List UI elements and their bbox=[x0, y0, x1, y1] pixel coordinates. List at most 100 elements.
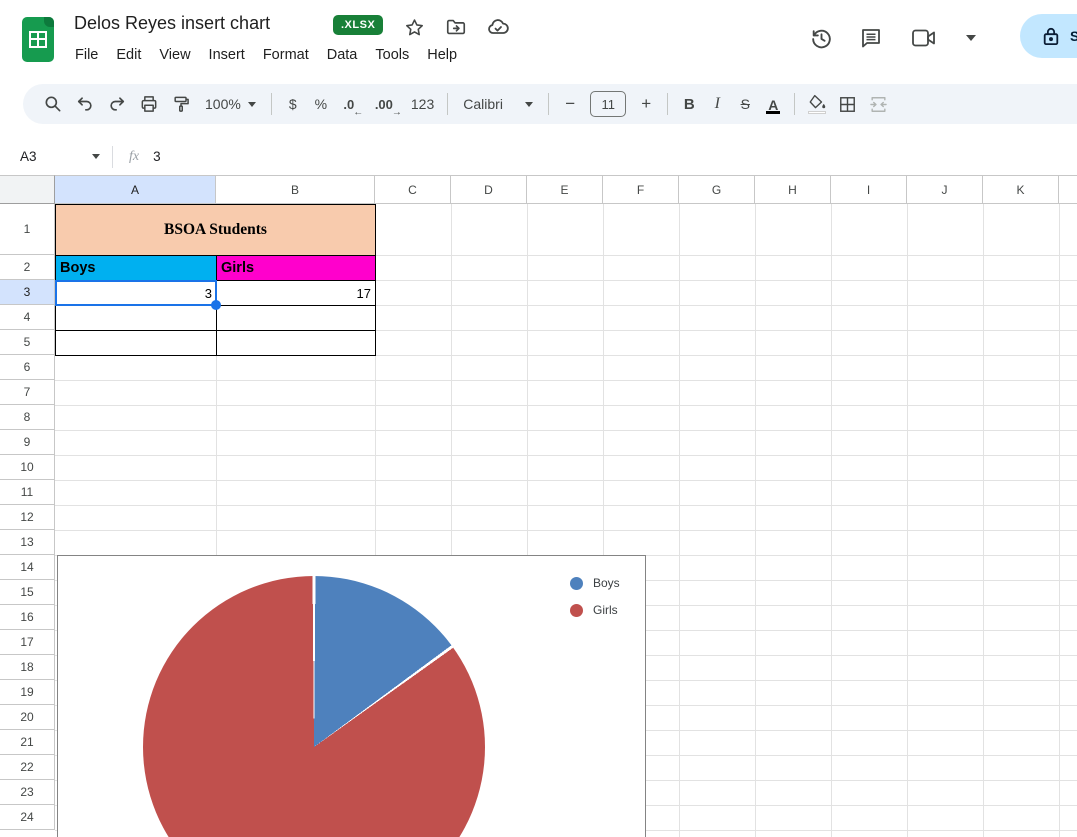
menu-data[interactable]: Data bbox=[318, 44, 367, 66]
cloud-status-icon[interactable] bbox=[486, 15, 510, 39]
version-history-icon[interactable] bbox=[808, 25, 834, 51]
font-caret bbox=[525, 101, 534, 107]
row-header-21[interactable]: 21 bbox=[0, 730, 55, 755]
column-header-H[interactable]: H bbox=[755, 175, 831, 204]
decrease-font-size-button[interactable]: − bbox=[556, 90, 584, 118]
menu-tools[interactable]: Tools bbox=[366, 44, 418, 66]
format-currency-button[interactable]: $ bbox=[279, 90, 307, 118]
row-header-9[interactable]: 9 bbox=[0, 430, 55, 455]
fx-icon: fx bbox=[129, 148, 140, 164]
bold-button[interactable]: B bbox=[675, 90, 703, 118]
name-box[interactable]: A3 bbox=[0, 149, 112, 164]
row-header-2[interactable]: 2 bbox=[0, 255, 55, 280]
more-formats-button[interactable]: 123 bbox=[405, 90, 440, 118]
strikethrough-button[interactable]: S bbox=[731, 90, 759, 118]
legend-dot-girls bbox=[570, 603, 583, 617]
row-header-6[interactable]: 6 bbox=[0, 355, 55, 380]
spreadsheet-grid[interactable]: ABCDEFGHIJK 1 2 3 4 5 6 7 8 9 10 11 12 13 14 15 16 17 18 1… bbox=[0, 175, 1077, 837]
row-header-20[interactable]: 20 bbox=[0, 705, 55, 730]
row-header-18[interactable]: 18 bbox=[0, 655, 55, 680]
legend-item-girls: Girls bbox=[570, 603, 618, 617]
cell-empty[interactable] bbox=[55, 330, 217, 356]
font-family-value: Calibri bbox=[463, 96, 503, 112]
menu-insert[interactable]: Insert bbox=[200, 44, 254, 66]
fill-color-button[interactable] bbox=[802, 90, 832, 118]
menu-help[interactable]: Help bbox=[418, 44, 466, 66]
row-header-17[interactable]: 17 bbox=[0, 630, 55, 655]
text-color-button[interactable]: A bbox=[759, 90, 787, 118]
toolbar: 100% $ % .0 ← .00 → 123 Calibri − 11 + B I… bbox=[23, 84, 1077, 124]
cell-empty[interactable] bbox=[55, 305, 217, 331]
row-header-7[interactable]: 7 bbox=[0, 380, 55, 405]
column-header-clipped[interactable] bbox=[1059, 175, 1077, 204]
cell-value-B3[interactable]: 17 bbox=[216, 280, 376, 306]
star-icon[interactable] bbox=[402, 15, 426, 39]
menu-view[interactable]: View bbox=[150, 44, 199, 66]
column-header-K[interactable]: K bbox=[983, 175, 1059, 204]
share-button[interactable]: Share bbox=[1020, 14, 1077, 58]
row-header-19[interactable]: 19 bbox=[0, 680, 55, 705]
column-header-I[interactable]: I bbox=[831, 175, 907, 204]
row-header-4[interactable]: 4 bbox=[0, 305, 55, 330]
meet-camera-icon[interactable] bbox=[908, 25, 942, 51]
borders-button[interactable] bbox=[832, 90, 863, 118]
row-header-12[interactable]: 12 bbox=[0, 505, 55, 530]
column-header-C[interactable]: C bbox=[375, 175, 451, 204]
italic-button[interactable]: I bbox=[703, 90, 731, 118]
row-header-23[interactable]: 23 bbox=[0, 780, 55, 805]
row-header-1[interactable]: 1 bbox=[0, 204, 55, 255]
menu-file[interactable]: File bbox=[66, 44, 107, 66]
document-title[interactable]: Delos Reyes insert chart bbox=[74, 13, 270, 34]
row-header-15[interactable]: 15 bbox=[0, 580, 55, 605]
row-header-16[interactable]: 16 bbox=[0, 605, 55, 630]
comments-icon[interactable] bbox=[858, 25, 884, 51]
row-header-3[interactable]: 3 bbox=[0, 280, 55, 305]
lock-icon bbox=[1043, 27, 1059, 46]
pie-chart-object[interactable]: Boys Girls bbox=[57, 555, 646, 837]
formula-input[interactable]: 3 bbox=[153, 149, 161, 164]
meet-dropdown-caret[interactable] bbox=[966, 35, 976, 41]
column-header-A[interactable]: A bbox=[55, 175, 216, 204]
cell-empty[interactable] bbox=[216, 305, 376, 331]
column-header-D[interactable]: D bbox=[451, 175, 527, 204]
legend-dot-boys bbox=[570, 576, 583, 590]
row-header-13[interactable]: 13 bbox=[0, 530, 55, 555]
menu-format[interactable]: Format bbox=[254, 44, 318, 66]
increase-decimal-button[interactable]: .00 → bbox=[369, 90, 402, 118]
decrease-decimal-button[interactable]: .0 ← bbox=[335, 90, 363, 118]
row-header-11[interactable]: 11 bbox=[0, 480, 55, 505]
cell-empty[interactable] bbox=[216, 330, 376, 356]
sheets-logo-icon[interactable] bbox=[22, 17, 54, 62]
font-size-input[interactable]: 11 bbox=[590, 91, 627, 117]
font-family-select[interactable]: Calibri bbox=[455, 90, 541, 118]
cell-value-A3[interactable]: 3 bbox=[55, 280, 217, 306]
undo-icon[interactable] bbox=[69, 90, 101, 118]
column-header-E[interactable]: E bbox=[527, 175, 603, 204]
row-header-10[interactable]: 10 bbox=[0, 455, 55, 480]
column-header-J[interactable]: J bbox=[907, 175, 983, 204]
increase-font-size-button[interactable]: + bbox=[632, 90, 660, 118]
fill-handle[interactable] bbox=[211, 300, 221, 310]
column-header-F[interactable]: F bbox=[603, 175, 679, 204]
zoom-control[interactable]: 100% bbox=[197, 90, 264, 118]
row-header-24[interactable]: 24 bbox=[0, 805, 55, 830]
search-icon[interactable] bbox=[37, 90, 69, 118]
paint-format-icon[interactable] bbox=[165, 90, 197, 118]
format-percent-button[interactable]: % bbox=[307, 90, 335, 118]
cell-header-boys[interactable]: Boys bbox=[55, 255, 217, 281]
merge-cells-button[interactable] bbox=[863, 90, 894, 118]
column-header-G[interactable]: G bbox=[679, 175, 755, 204]
cell-header-girls[interactable]: Girls bbox=[216, 255, 376, 281]
row-header-8[interactable]: 8 bbox=[0, 405, 55, 430]
logo-fold bbox=[44, 17, 54, 27]
print-icon[interactable] bbox=[133, 90, 165, 118]
row-header-22[interactable]: 22 bbox=[0, 755, 55, 780]
row-header-5[interactable]: 5 bbox=[0, 330, 55, 355]
redo-icon[interactable] bbox=[101, 90, 133, 118]
menu-edit[interactable]: Edit bbox=[107, 44, 150, 66]
move-folder-icon[interactable] bbox=[444, 15, 468, 39]
select-all-corner[interactable] bbox=[0, 175, 55, 204]
cell-merged-title[interactable]: BSOA Students bbox=[55, 204, 376, 256]
column-header-B[interactable]: B bbox=[216, 175, 375, 204]
row-header-14[interactable]: 14 bbox=[0, 555, 55, 580]
